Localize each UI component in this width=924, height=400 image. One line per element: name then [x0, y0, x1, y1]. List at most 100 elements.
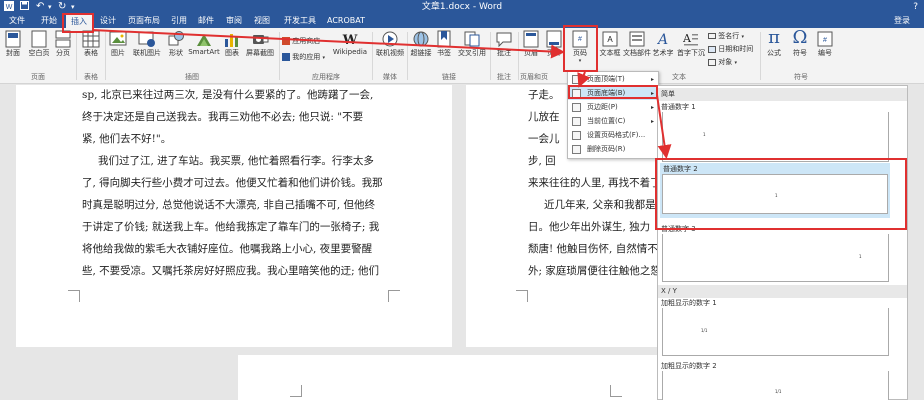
cover-page-icon	[5, 30, 21, 48]
gallery-item-number: 1	[859, 254, 862, 259]
number-button[interactable]: # 编号	[813, 30, 837, 58]
signature-line-button[interactable]: 签名行 ▾	[708, 31, 744, 41]
wordart-icon: A	[656, 32, 668, 48]
cross-reference-button[interactable]: 交叉引用	[455, 30, 489, 58]
menu-item-remove-page-numbers[interactable]: 删除页码(R)	[568, 143, 658, 156]
gallery-section-xy: X / Y	[658, 285, 907, 298]
gallery-item-plain-number-2[interactable]: 普通数字 2 1	[660, 163, 890, 218]
page-bottom-icon	[572, 89, 581, 98]
hyperlink-button[interactable]: 超链接	[409, 30, 433, 58]
tab-view[interactable]: 视图	[250, 14, 274, 28]
margin-corner-mark	[290, 385, 302, 397]
group-separator	[76, 32, 77, 80]
table-button[interactable]: 表格	[80, 30, 102, 58]
tab-references[interactable]: 引用	[168, 14, 190, 28]
chart-button[interactable]: 图表	[221, 30, 243, 58]
page-break-button[interactable]: 分页	[52, 30, 74, 58]
app-store-button[interactable]: 应用商店	[282, 36, 320, 46]
tab-home[interactable]: 开始	[36, 14, 62, 28]
group-separator	[407, 32, 408, 80]
margin-corner-mark	[388, 290, 400, 302]
online-video-button[interactable]: 联机视频	[374, 30, 406, 58]
store-icon	[282, 37, 290, 45]
table-icon	[82, 30, 100, 48]
gallery-item-bold-number-2[interactable]: 1/1	[662, 371, 889, 400]
gallery-item-number: 1/1	[775, 389, 782, 394]
wordart-button[interactable]: A 艺术字	[651, 30, 675, 58]
smartart-button[interactable]: SmartArt	[188, 30, 220, 56]
signature-icon	[708, 33, 716, 39]
gallery-item-label: 加粗显示的数字 2	[661, 362, 717, 370]
menu-item-current-position[interactable]: 当前位置(C) ▸	[568, 115, 658, 128]
paragraph-line: 日。他少年出外谋生, 独力	[528, 221, 651, 233]
cover-button[interactable]: 封面	[2, 30, 24, 58]
paragraph-line: 些, 不要受凉。又嘱托茶房好好照应我。我心里暗笑他的迂; 他们	[82, 265, 380, 277]
my-apps-icon	[282, 53, 290, 61]
group-separator	[105, 32, 106, 80]
dropdown-arrow-icon: ▾	[741, 34, 744, 40]
equation-button[interactable]: π 公式	[762, 28, 786, 58]
group-separator	[372, 32, 373, 80]
tab-mailings[interactable]: 邮件	[194, 14, 218, 28]
gallery-item-label: 普通数字 2	[663, 165, 698, 173]
gallery-item-plain-number-1[interactable]: 1	[662, 112, 889, 162]
object-button[interactable]: 对象 ▾	[708, 57, 737, 67]
group-label-illustrations: 插图	[185, 73, 199, 81]
format-page-numbers-icon	[572, 131, 581, 140]
document-page-next[interactable]	[238, 355, 658, 400]
online-picture-icon	[138, 31, 155, 47]
symbol-button[interactable]: Ω 符号	[788, 28, 812, 58]
bookmark-button[interactable]: 书签	[433, 30, 455, 58]
svg-text:W: W	[342, 33, 358, 48]
menu-item-top-of-page[interactable]: 页面顶端(T) ▸	[568, 73, 658, 86]
comment-icon	[496, 32, 512, 48]
tab-review[interactable]: 审阅	[222, 14, 246, 28]
login-link[interactable]: 登录	[894, 14, 910, 28]
group-label-apps: 应用程序	[312, 73, 340, 81]
tab-design[interactable]: 设计	[96, 14, 120, 28]
menu-item-bottom-of-page[interactable]: 页面底端(B) ▸	[568, 87, 658, 100]
help-button[interactable]: ?	[913, 1, 918, 13]
footer-button[interactable]: 页脚	[543, 30, 565, 58]
tab-file[interactable]: 文件	[4, 14, 30, 28]
number-icon: #	[817, 31, 833, 47]
header-button[interactable]: 页眉	[520, 30, 542, 58]
menu-item-page-margins[interactable]: 页边距(P) ▸	[568, 101, 658, 114]
page-number-icon: #	[572, 30, 588, 48]
shapes-icon	[168, 31, 184, 46]
tab-developer[interactable]: 开发工具	[280, 14, 320, 28]
tab-insert[interactable]: 插入	[66, 15, 92, 28]
margin-corner-mark	[68, 290, 80, 302]
gallery-item-bold-number-1[interactable]: 1/1	[662, 308, 889, 356]
dropdown-arrow-icon: ▾	[578, 58, 582, 64]
online-picture-button[interactable]: 联机图片	[131, 30, 163, 58]
wikipedia-button[interactable]: W Wikipedia	[330, 30, 370, 56]
svg-text:A: A	[607, 35, 613, 44]
drop-cap-button[interactable]: A 首字下沉	[676, 30, 706, 58]
my-apps-button[interactable]: 我的应用 ▾	[282, 52, 325, 62]
smartart-icon	[197, 34, 211, 46]
tab-acrobat[interactable]: ACROBAT	[326, 14, 366, 28]
shapes-button[interactable]: 形状	[164, 30, 188, 58]
page-number-button[interactable]: # 页码 ▾	[567, 30, 593, 64]
menu-item-format-page-numbers[interactable]: 设置页码格式(F)...	[568, 129, 658, 142]
page-number-gallery: 简单 普通数字 1 1 普通数字 2 1 普通数字 3 1 X / Y 加粗显示…	[657, 85, 908, 400]
paragraph-line: 将他给我做的紫毛大衣铺好座位。他嘱我路上小心, 夜里要警醒	[82, 243, 373, 255]
submenu-arrow-icon: ▸	[650, 90, 654, 97]
quick-parts-button[interactable]: 文档部件	[623, 30, 651, 58]
comment-button[interactable]: 批注	[492, 30, 516, 58]
gallery-item-plain-number-3[interactable]: 1	[662, 234, 889, 282]
textbox-button[interactable]: A 文本框	[597, 30, 623, 58]
group-separator	[760, 32, 761, 80]
date-time-button[interactable]: 日期和时间	[708, 44, 753, 54]
picture-button[interactable]: 图片	[107, 30, 129, 58]
submenu-arrow-icon: ▸	[650, 118, 654, 125]
screenshot-button[interactable]: 屏幕截图	[243, 30, 277, 58]
blank-page-button[interactable]: 空白页	[26, 30, 52, 58]
picture-icon	[109, 31, 127, 46]
tab-page-layout[interactable]: 页面布局	[124, 14, 164, 28]
paragraph-line: 了, 得向脚夫行些小费才可过去。他便又忙着和他们讲价钱。我那	[82, 177, 383, 189]
paragraph-line: 步, 回	[528, 155, 556, 167]
document-page-left[interactable]: sp, 北京已来往过两三次, 是没有什么要紧的了。他踌躇了一会, 终于决定还是自…	[16, 85, 452, 347]
window-title: 文章1.docx - Word	[421, 2, 503, 12]
